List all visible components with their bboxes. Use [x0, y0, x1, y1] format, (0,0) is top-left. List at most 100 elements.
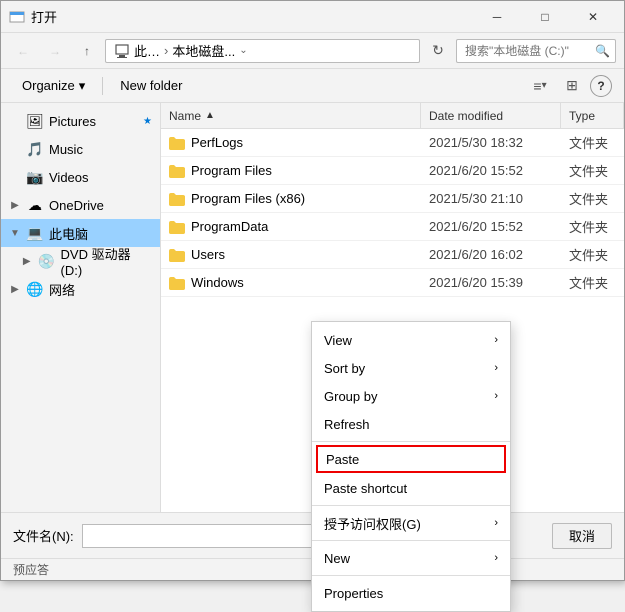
ctx-new[interactable]: New ›	[312, 544, 510, 572]
table-row[interactable]: ProgramData 2021/6/20 15:52 文件夹	[161, 213, 624, 241]
filename-label: 文件名(N):	[13, 526, 74, 545]
table-row[interactable]: Program Files (x86) 2021/5/30 21:10 文件夹	[161, 185, 624, 213]
file-date-cell: 2021/6/20 15:52	[421, 163, 561, 178]
folder-icon	[169, 191, 185, 207]
ctx-separator-2	[312, 505, 510, 506]
file-dialog-window: 打开 ─ □ ✕ ← → ↑ 此… › 本地磁盘... ⌄ ↻ 🔍	[0, 0, 625, 581]
sidebar-item-dvd[interactable]: ▶ 💿 DVD 驱动器 (D:)	[1, 247, 160, 275]
sidebar-item-thispc[interactable]: ▼ 💻 此电脑	[1, 219, 160, 247]
window-icon	[9, 9, 25, 25]
table-row[interactable]: Program Files 2021/6/20 15:52 文件夹	[161, 157, 624, 185]
context-menu: View › Sort by › Group by › Refresh Past…	[311, 321, 511, 612]
sidebar-item-music[interactable]: 🎵 Music	[1, 135, 160, 163]
folder-icon	[169, 219, 185, 235]
help-button[interactable]: ?	[590, 75, 612, 97]
sidebar-item-pictures[interactable]: 🖼 Pictures ★	[1, 107, 160, 135]
ctx-sort-by[interactable]: Sort by ›	[312, 354, 510, 382]
footer-text: 预应答	[13, 561, 49, 578]
file-name-cell: Program Files (x86)	[161, 191, 421, 207]
file-date-cell: 2021/6/20 15:39	[421, 275, 561, 290]
path-segment-1: 此…	[134, 41, 160, 60]
onedrive-icon: ☁	[27, 197, 43, 213]
file-name-cell: Windows	[161, 275, 421, 291]
file-date-cell: 2021/5/30 18:32	[421, 135, 561, 150]
folder-icon	[169, 275, 185, 291]
ctx-paste[interactable]: Paste	[316, 445, 506, 473]
ctx-view[interactable]: View ›	[312, 326, 510, 354]
window-controls: ─ □ ✕	[474, 1, 616, 33]
forward-button[interactable]: →	[41, 37, 69, 65]
search-wrap: 🔍	[456, 39, 616, 63]
toolbar-right: ≡ ▾ ⊞ ?	[526, 73, 612, 99]
toolbar-separator	[102, 77, 103, 95]
filename-input[interactable]	[82, 524, 342, 548]
ctx-group-by[interactable]: Group by ›	[312, 382, 510, 410]
minimize-button[interactable]: ─	[474, 1, 520, 33]
view-options-button[interactable]: ≡ ▾	[526, 73, 554, 99]
new-folder-button[interactable]: New folder	[111, 73, 191, 99]
table-row[interactable]: Windows 2021/6/20 15:39 文件夹	[161, 269, 624, 297]
file-date-cell: 2021/6/20 15:52	[421, 219, 561, 234]
address-bar: ← → ↑ 此… › 本地磁盘... ⌄ ↻ 🔍	[1, 33, 624, 69]
file-list-header: Name ▲ Date modified Type	[161, 103, 624, 129]
ctx-paste-shortcut[interactable]: Paste shortcut	[312, 474, 510, 502]
column-name-header[interactable]: Name ▲	[161, 103, 421, 128]
table-row[interactable]: Users 2021/6/20 16:02 文件夹	[161, 241, 624, 269]
network-icon: 🌐	[27, 281, 43, 297]
file-type-cell: 文件夹	[561, 245, 624, 264]
chevron-right-icon: ›	[494, 362, 498, 374]
chevron-right-icon: ›	[494, 517, 498, 529]
file-date-cell: 2021/6/20 16:02	[421, 247, 561, 262]
chevron-right-icon: ›	[494, 334, 498, 346]
ctx-properties[interactable]: Properties	[312, 579, 510, 607]
ctx-separator-1	[312, 441, 510, 442]
file-type-cell: 文件夹	[561, 273, 624, 292]
ctx-refresh[interactable]: Refresh	[312, 410, 510, 438]
refresh-button[interactable]: ↻	[424, 37, 452, 65]
path-segment-2: 本地磁盘...	[172, 41, 235, 60]
file-name-cell: Users	[161, 247, 421, 263]
videos-icon: 📷	[27, 169, 43, 185]
organize-button[interactable]: Organize ▾	[13, 73, 94, 99]
up-button[interactable]: ↑	[73, 37, 101, 65]
file-name-cell: PerfLogs	[161, 135, 421, 151]
title-bar: 打开 ─ □ ✕	[1, 1, 624, 33]
cancel-button[interactable]: 取消	[552, 523, 612, 549]
sidebar-item-videos[interactable]: 📷 Videos	[1, 163, 160, 191]
file-type-cell: 文件夹	[561, 217, 624, 236]
layout-button[interactable]: ⊞	[558, 73, 586, 99]
ctx-separator-3	[312, 540, 510, 541]
file-name-cell: Program Files	[161, 163, 421, 179]
address-path[interactable]: 此… › 本地磁盘... ⌄	[105, 39, 420, 63]
back-button[interactable]: ←	[9, 37, 37, 65]
pin-icon: ★	[143, 116, 152, 127]
folder-icon	[169, 247, 185, 263]
chevron-right-icon: ›	[494, 390, 498, 402]
ctx-grant-access[interactable]: 授予访问权限(G) ›	[312, 509, 510, 537]
maximize-button[interactable]: □	[522, 1, 568, 33]
column-date-header[interactable]: Date modified	[421, 103, 561, 128]
action-buttons: 取消	[552, 523, 612, 549]
table-row[interactable]: PerfLogs 2021/5/30 18:32 文件夹	[161, 129, 624, 157]
sidebar-item-onedrive[interactable]: ▶ ☁ OneDrive	[1, 191, 160, 219]
chevron-right-icon: ›	[494, 552, 498, 564]
file-type-cell: 文件夹	[561, 189, 624, 208]
column-type-header[interactable]: Type	[561, 103, 624, 128]
file-name-cell: ProgramData	[161, 219, 421, 235]
pictures-icon: 🖼	[27, 113, 43, 129]
thispc-icon: 💻	[27, 225, 43, 241]
folder-icon	[169, 163, 185, 179]
dvd-icon: 💿	[39, 253, 55, 269]
music-icon: 🎵	[27, 141, 43, 157]
sidebar-item-network[interactable]: ▶ 🌐 网络	[1, 275, 160, 303]
search-input[interactable]	[456, 39, 616, 63]
toolbar: Organize ▾ New folder ≡ ▾ ⊞ ?	[1, 69, 624, 103]
window-title: 打开	[31, 7, 474, 26]
file-type-cell: 文件夹	[561, 133, 624, 152]
computer-icon	[114, 43, 130, 59]
close-button[interactable]: ✕	[570, 1, 616, 33]
search-icon: 🔍	[595, 44, 610, 58]
file-date-cell: 2021/5/30 21:10	[421, 191, 561, 206]
ctx-separator-4	[312, 575, 510, 576]
sidebar: 🖼 Pictures ★ 🎵 Music 📷 Videos ▶ ☁ OneDri…	[1, 103, 161, 512]
